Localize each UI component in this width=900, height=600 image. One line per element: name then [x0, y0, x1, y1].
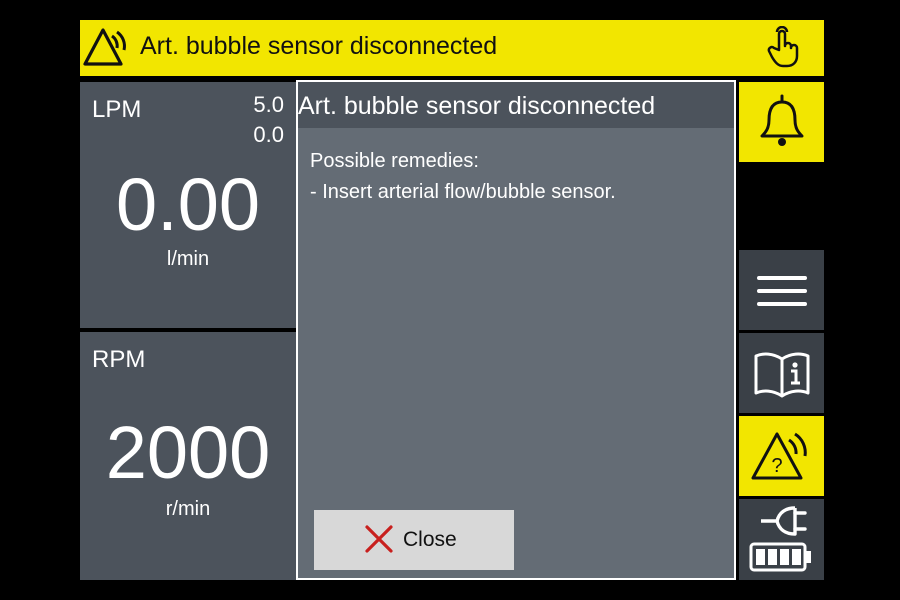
- flow-value: 0.00: [115, 163, 261, 246]
- battery-icon: [749, 542, 811, 572]
- remedy-item: - Insert arterial flow/bubble sensor.: [310, 181, 616, 203]
- speed-panel[interactable]: RPM 2000 r/min: [80, 332, 296, 580]
- dialog-title: Art. bubble sensor disconnected: [298, 92, 656, 120]
- warning-triangle-icon: [83, 28, 126, 66]
- flow-unit: l/min: [166, 248, 210, 270]
- alarm-question-icon: ?: [751, 432, 807, 480]
- menu-button[interactable]: [739, 250, 824, 330]
- info-manual-button[interactable]: [739, 333, 824, 413]
- flow-panel[interactable]: LPM 5.0 0.0 0.00 l/min: [80, 82, 296, 328]
- alarm-banner-title: Art. bubble sensor disconnected: [140, 32, 498, 60]
- close-icon: [365, 525, 393, 553]
- alarm-help-button[interactable]: ?: [739, 416, 824, 496]
- bell-icon: [760, 94, 804, 146]
- close-button[interactable]: Close: [314, 510, 514, 570]
- touch-hand-icon[interactable]: [764, 26, 804, 70]
- speed-label: RPM: [92, 346, 146, 373]
- plug-icon: [761, 506, 807, 536]
- device-screen: Art. bubble sensor disconnected LPM 5.0 …: [80, 20, 824, 580]
- dialog-header: Art. bubble sensor disconnected: [298, 82, 734, 128]
- flow-lower-limit: 0.0: [253, 122, 284, 147]
- remedies-heading: Possible remedies:: [310, 150, 479, 172]
- menu-icon: [757, 276, 807, 306]
- power-status-button[interactable]: [739, 499, 824, 580]
- dialog-body: Possible remedies: - Insert arterial flo…: [310, 146, 616, 208]
- alarm-dialog: Art. bubble sensor disconnected Possible…: [296, 80, 736, 580]
- speed-value: 2000: [105, 411, 271, 494]
- flow-label: LPM: [92, 96, 142, 123]
- svg-text:?: ?: [771, 455, 782, 477]
- close-button-label: Close: [403, 528, 457, 551]
- flow-upper-limit: 5.0: [253, 92, 284, 117]
- book-info-icon: [754, 352, 810, 398]
- alarm-banner[interactable]: Art. bubble sensor disconnected: [80, 20, 824, 76]
- speed-unit: r/min: [165, 498, 211, 520]
- alarm-bell-button[interactable]: [739, 82, 824, 162]
